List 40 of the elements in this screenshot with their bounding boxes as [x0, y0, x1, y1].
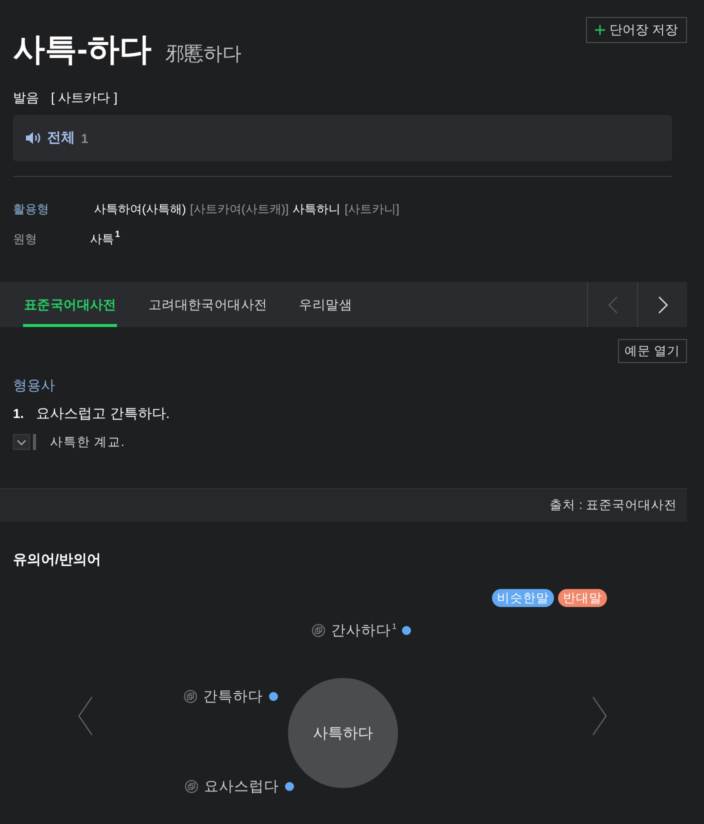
related-word-link[interactable]: 요사스럽다 [204, 776, 279, 796]
related-word-link[interactable]: 간사하다$^{1}$ [331, 620, 396, 640]
base-form-link[interactable]: 사특$^{1}$ [90, 229, 120, 249]
section-title: 유의어/반의어 [13, 550, 101, 569]
source-text: 출처 : 표준국어대사전 [550, 497, 677, 514]
copy-icon[interactable] [312, 624, 325, 636]
chevron-down-icon [17, 440, 26, 444]
play-all-link[interactable]: 전체 [47, 129, 75, 147]
quote-bar [33, 434, 36, 450]
dictionary-tab[interactable]: 표준국어대사전 [23, 282, 118, 327]
legend-badge: 비슷한말 [492, 589, 554, 607]
conjugation-pronunciation: [사트카여(사트캐)] [190, 201, 289, 218]
conjugation-form: 사특하니 [292, 201, 341, 218]
chevron-right-icon[interactable] [592, 696, 607, 736]
base-form-label: 원형 [13, 231, 38, 248]
conjugation-pronunciation: [사트카니] [344, 201, 400, 218]
conjugation-form: 사특하여(사특해) [94, 201, 186, 218]
pronunciation-text: [ 사트카다 ] [51, 89, 118, 107]
legend-badge: 반대말 [558, 589, 607, 607]
conjugation-label: 활용형 [13, 201, 50, 218]
chevron-left-icon[interactable] [78, 696, 93, 736]
hanja-text: 邪慝하다 [166, 43, 242, 67]
save-to-wordbook-button[interactable]: 단어장 저장 [586, 17, 687, 43]
part-of-speech: 형용사 [13, 376, 55, 395]
center-word-node: 사특하다 [288, 678, 398, 788]
dictionary-tab[interactable]: 고려대한국어대사전 [147, 282, 268, 327]
headword: 사특-하다 [13, 30, 152, 69]
dictionary-tab[interactable]: 우리말샘 [298, 282, 354, 327]
expand-toggle-button[interactable] [13, 434, 30, 450]
related-word-link[interactable]: 간특하다 [203, 686, 263, 706]
sense-number: 1. [13, 405, 25, 423]
pronunciation-label: 발음 [13, 89, 39, 107]
example-sentence: 사특한 계교. [50, 434, 125, 450]
speaker-icon[interactable] [25, 131, 42, 145]
plus-icon [595, 25, 606, 35]
open-examples-button[interactable]: 예문 열기 [618, 339, 687, 363]
copy-icon[interactable] [185, 780, 198, 792]
audio-count: 1 [81, 130, 88, 146]
copy-icon[interactable] [184, 690, 197, 702]
definition-text: 요사스럽고 간특하다. [36, 404, 170, 423]
